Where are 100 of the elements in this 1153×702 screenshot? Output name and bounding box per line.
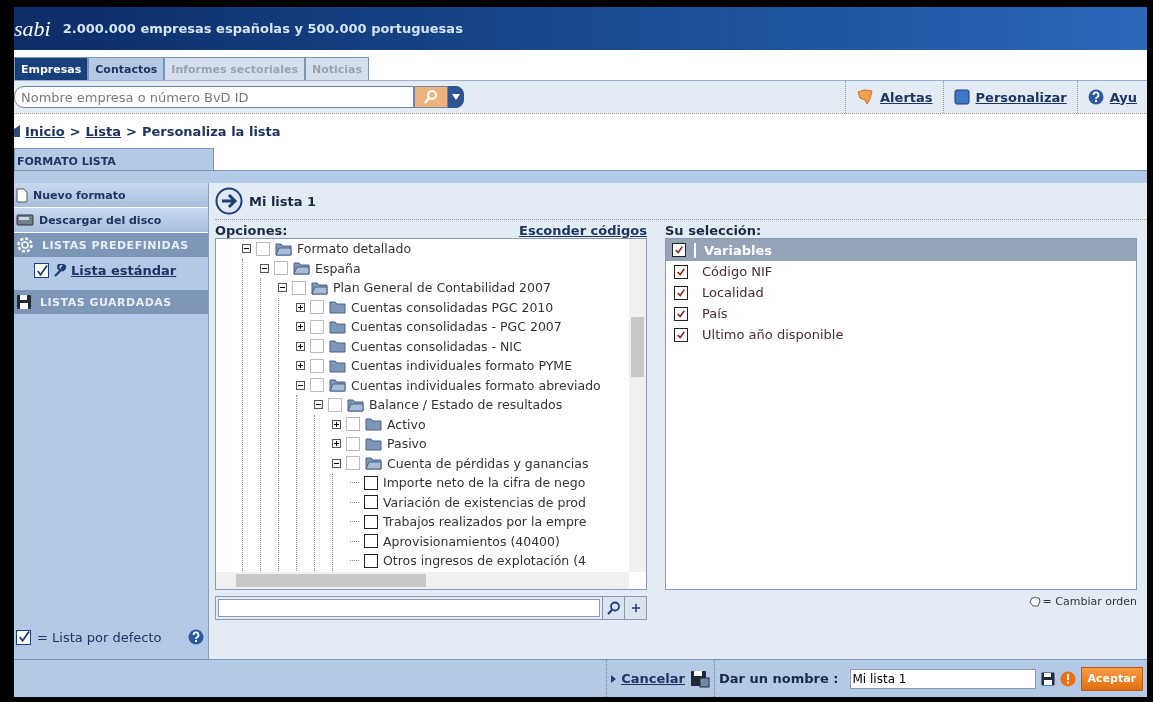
save-icon[interactable]: [1040, 671, 1055, 686]
variable-item[interactable]: Código NIF: [702, 264, 773, 279]
warning-icon: [1059, 670, 1076, 687]
expand-icon[interactable]: [296, 302, 305, 312]
search-button[interactable]: [602, 597, 624, 619]
dropdown-button[interactable]: [448, 86, 464, 108]
breadcrumb-link[interactable]: Lista: [85, 123, 122, 139]
breadcrumb-separator: >: [126, 123, 137, 139]
home-icon: [14, 125, 20, 137]
checkbox[interactable]: [310, 358, 324, 373]
legend-text: = Lista por defecto: [37, 629, 163, 645]
checkbox[interactable]: [310, 319, 324, 334]
checkbox[interactable]: [674, 306, 688, 321]
checkbox[interactable]: [346, 436, 360, 451]
cancel-link[interactable]: Cancelar: [621, 671, 685, 686]
group-title: LISTAS PREDEFINIDAS: [42, 238, 189, 252]
collapse-icon[interactable]: [278, 283, 287, 293]
breadcrumb-separator: >: [69, 123, 81, 139]
collapse-icon[interactable]: [260, 263, 269, 273]
disk-drive-icon: [16, 214, 34, 226]
section-tab[interactable]: FORMATO LISTA: [14, 148, 214, 170]
checkbox[interactable]: [346, 456, 360, 471]
search-field[interactable]: Nombre empresa o número BvD ID: [14, 86, 414, 108]
tree-item-label[interactable]: Cuentas consolidadas - NIC: [351, 338, 522, 354]
nav-tab[interactable]: Contactos: [88, 57, 165, 80]
folder-icon: [329, 378, 346, 393]
checkbox[interactable]: [674, 264, 688, 279]
tree-item-label[interactable]: Cuentas consolidadas - PGC 2007: [351, 319, 562, 335]
breadcrumb-link[interactable]: Inicio: [25, 123, 65, 139]
sidebar-action[interactable]: Nuevo formato: [14, 183, 208, 208]
tree-item-label[interactable]: Cuentas individuales formato abreviado: [351, 377, 601, 393]
checkbox[interactable]: [256, 241, 270, 256]
search-icon: [606, 601, 621, 615]
expand-icon[interactable]: [296, 322, 305, 332]
save-icon[interactable]: [690, 669, 710, 688]
tree-item-label[interactable]: Cuentas consolidadas PGC 2010: [351, 299, 554, 315]
checkbox[interactable]: [364, 534, 378, 549]
checkbox[interactable]: [364, 553, 378, 568]
tree-item-label[interactable]: Cuentas individuales formato PYME: [351, 358, 573, 374]
tree-item-label[interactable]: Importe neto de la cifra de nego: [383, 475, 586, 491]
arrow-circle-icon[interactable]: [215, 187, 243, 215]
checkbox[interactable]: [310, 339, 324, 354]
hide-codes-link[interactable]: Esconder códigos: [519, 223, 647, 238]
tree-item-label[interactable]: Plan General de Contabilidad 2007: [333, 280, 551, 296]
checkbox[interactable]: [310, 378, 324, 393]
checkbox[interactable]: [364, 495, 378, 510]
tree-item-label[interactable]: Aprovisionamientos (40400): [383, 533, 560, 549]
tree-item-label[interactable]: Activo: [387, 416, 426, 432]
folder-icon: [293, 261, 310, 276]
collapse-icon[interactable]: [314, 400, 323, 410]
checkbox[interactable]: [346, 417, 360, 432]
sidebar-action[interactable]: Descargar del disco: [14, 208, 208, 233]
toolbar-link[interactable]: Alertas: [880, 89, 933, 105]
group-title: LISTAS GUARDADAS: [40, 295, 172, 309]
breadcrumb-current: Personaliza la lista: [141, 123, 281, 139]
checkbox[interactable]: [364, 475, 378, 490]
variable-item[interactable]: Localidad: [702, 285, 764, 300]
name-field[interactable]: Mi lista 1: [849, 668, 1036, 689]
collapse-icon[interactable]: [242, 244, 251, 254]
checkbox[interactable]: [674, 285, 688, 300]
checkbox[interactable]: [674, 327, 688, 342]
tree-item-label[interactable]: España: [315, 260, 361, 276]
search-button[interactable]: [414, 86, 448, 108]
checkbox[interactable]: [34, 263, 49, 278]
expand-icon[interactable]: [296, 341, 305, 351]
options-label: Opciones:: [215, 223, 288, 238]
toolbar-link[interactable]: Ayu: [1109, 89, 1137, 105]
nav-tab[interactable]: Empresas: [14, 57, 89, 80]
checkbox[interactable]: [328, 397, 342, 412]
expand-icon[interactable]: [332, 439, 341, 449]
save-icon: [16, 294, 32, 310]
toolbar-link[interactable]: Personalizar: [975, 89, 1067, 105]
tree-item-label[interactable]: Balance / Estado de resultados: [369, 397, 563, 413]
add-button[interactable]: [624, 597, 646, 619]
filter-field[interactable]: [218, 599, 600, 617]
collapse-icon[interactable]: [296, 380, 305, 390]
plus-icon: [630, 603, 641, 613]
collapse-icon[interactable]: [332, 458, 341, 468]
tree-item-label[interactable]: Otros ingresos de explotación (4: [383, 553, 587, 569]
help-icon[interactable]: [188, 629, 204, 645]
checkbox[interactable]: [292, 280, 306, 295]
tree-item-label[interactable]: Trabajos realizados por la empre: [383, 514, 587, 530]
vertical-scrollbar[interactable]: [629, 239, 646, 572]
checkbox[interactable]: [310, 300, 324, 315]
expand-icon[interactable]: [296, 361, 305, 371]
tree-item-label[interactable]: Cuenta de pérdidas y ganancias: [387, 455, 589, 471]
tree-item-label[interactable]: Formato detallado: [297, 241, 412, 257]
folder-icon: [365, 417, 382, 432]
expand-icon[interactable]: [332, 419, 341, 429]
checkbox[interactable]: [364, 514, 378, 529]
checkbox[interactable]: [672, 243, 686, 257]
folder-icon: [329, 300, 346, 315]
checkbox[interactable]: [274, 261, 288, 276]
horizontal-scrollbar[interactable]: [216, 572, 629, 589]
tree-item-label[interactable]: Variación de existencias de prod: [383, 494, 586, 510]
checkbox-icon: [16, 629, 31, 645]
variable-item[interactable]: Ultimo año disponible: [702, 327, 844, 342]
list-link[interactable]: Lista estándar: [71, 263, 177, 278]
variable-item[interactable]: País: [702, 306, 728, 321]
tree-item-label[interactable]: Pasivo: [387, 436, 427, 452]
